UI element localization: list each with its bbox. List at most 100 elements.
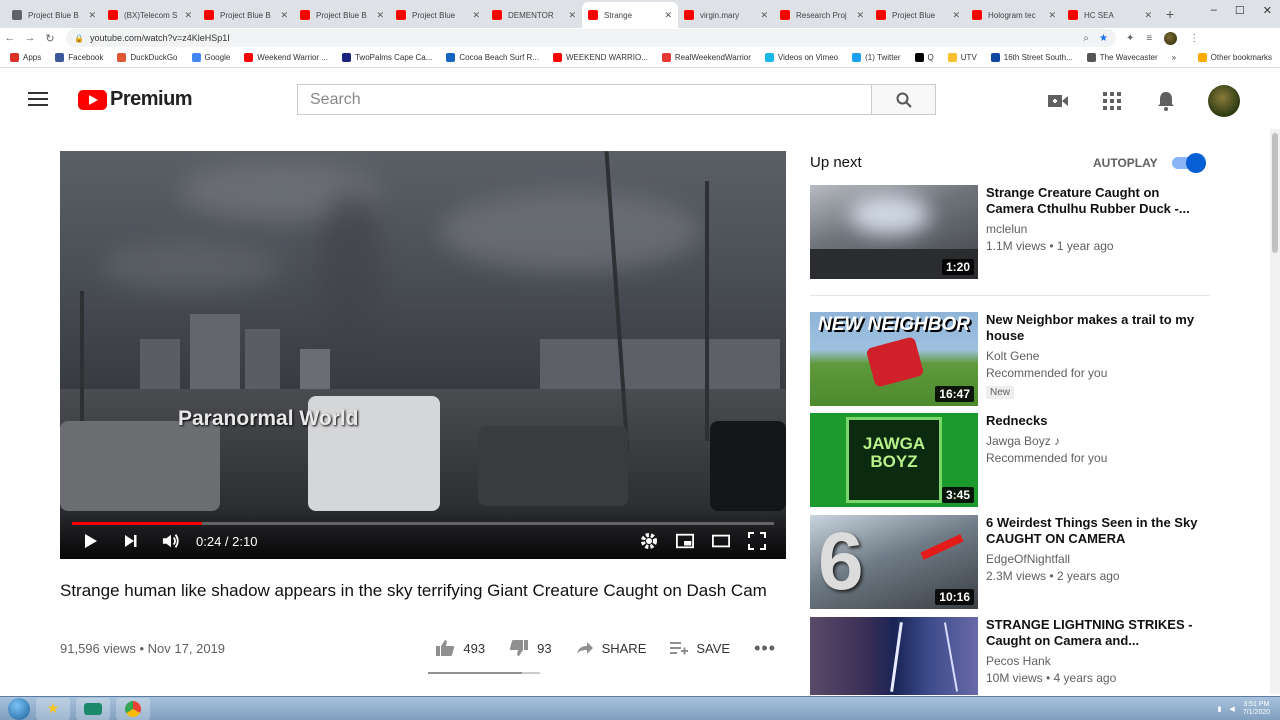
maximize-icon[interactable]: ☐ <box>1235 4 1245 17</box>
recommended-video[interactable]: 6 10:16 6 Weirdest Things Seen in the Sk… <box>810 515 1210 610</box>
bookmark-item[interactable]: Google <box>191 53 230 62</box>
taskbar-chrome-icon[interactable] <box>116 697 150 720</box>
taskbar-app-star-icon[interactable]: ★ <box>36 697 70 720</box>
search-button[interactable] <box>871 84 936 115</box>
browser-tab[interactable]: Project Blue B ✕ <box>294 2 390 28</box>
tab-close-icon[interactable]: ✕ <box>184 10 192 21</box>
network-icon[interactable]: ▮ <box>1218 705 1222 713</box>
new-tab-icon[interactable]: + <box>1166 6 1174 22</box>
bookmark-item[interactable]: (1) Twitter <box>852 53 901 62</box>
browser-tab[interactable]: Hologram tec ✕ <box>966 2 1062 28</box>
rec-title[interactable]: 6 Weirdest Things Seen in the Sky CAUGHT… <box>986 515 1206 547</box>
bookmark-item[interactable]: WEEKEND WARRIO... <box>552 53 648 62</box>
bookmark-item[interactable]: Q <box>914 53 934 62</box>
recommended-video[interactable]: NEW NEIGHBOR 16:47 New Neighbor makes a … <box>810 312 1210 407</box>
share-button[interactable]: SHARE <box>576 641 646 656</box>
video-thumbnail[interactable]: 1:20 <box>810 185 978 279</box>
bookmark-item[interactable]: Cocoa Beach Surf R... <box>446 53 539 62</box>
tab-close-icon[interactable]: ✕ <box>1048 10 1056 21</box>
browser-tab[interactable]: HC SEA ✕ <box>1062 2 1158 28</box>
tab-close-icon[interactable]: ✕ <box>472 10 480 21</box>
menu-icon[interactable]: ⋮ <box>1189 33 1199 44</box>
dislike-button[interactable]: 93 <box>509 639 552 657</box>
youtube-logo[interactable]: Premium <box>78 88 193 111</box>
back-icon[interactable]: ← <box>0 32 20 44</box>
like-button[interactable]: 493 <box>435 639 485 657</box>
recommended-video[interactable]: STRANGE LIGHTNING STRIKES - Caught on Ca… <box>810 617 1210 695</box>
bookmark-item[interactable]: TwoPalms Cape Ca... <box>341 53 432 62</box>
tab-close-icon[interactable]: ✕ <box>1144 10 1152 21</box>
bookmarks-overflow-chevron-icon[interactable]: » <box>1172 53 1176 62</box>
rec-channel[interactable]: Jawga Boyz ♪ <box>986 433 1206 449</box>
scrollbar-thumb[interactable] <box>1272 133 1278 253</box>
recommended-video[interactable]: 1:20 Strange Creature Caught on Camera C… <box>810 185 1210 280</box>
tab-close-icon[interactable]: ✕ <box>952 10 960 21</box>
browser-tab[interactable]: Project Blue ✕ <box>870 2 966 28</box>
apps-grid-icon[interactable] <box>1100 89 1124 113</box>
recommended-video[interactable]: JAWGA BOYZ 3:45 Rednecks Jawga Boyz ♪ Re… <box>810 413 1210 508</box>
rec-title[interactable]: New Neighbor makes a trail to my house <box>986 312 1206 344</box>
minimize-icon[interactable]: – <box>1211 4 1217 17</box>
rec-channel[interactable]: mclelun <box>986 221 1206 237</box>
tab-close-icon[interactable]: ✕ <box>280 10 288 21</box>
hamburger-menu-icon[interactable] <box>28 92 48 106</box>
video-player[interactable]: Paranormal World 0:24 / 2:10 <box>60 151 786 559</box>
tab-close-icon[interactable]: ✕ <box>856 10 864 21</box>
browser-tab[interactable]: Strange ✕ <box>582 2 678 28</box>
tab-close-icon[interactable]: ✕ <box>88 10 96 21</box>
fullscreen-icon[interactable] <box>748 532 766 550</box>
bookmark-item[interactable]: RealWeekendWarrior <box>661 53 751 62</box>
create-video-icon[interactable] <box>1046 89 1070 113</box>
close-window-icon[interactable]: ✕ <box>1263 4 1272 17</box>
more-actions-button[interactable]: ••• <box>754 638 776 659</box>
volume-icon[interactable] <box>162 532 180 550</box>
rec-title[interactable]: STRANGE LIGHTNING STRIKES - Caught on Ca… <box>986 617 1206 649</box>
browser-tab[interactable]: Project Blue B ✕ <box>6 2 102 28</box>
play-icon[interactable] <box>82 532 100 550</box>
browser-tab[interactable]: Project Blue ✕ <box>390 2 486 28</box>
other-bookmarks-folder[interactable]: Other bookmarks <box>1197 53 1280 62</box>
rec-channel[interactable]: Kolt Gene <box>986 348 1206 364</box>
account-avatar[interactable] <box>1208 85 1240 117</box>
zoom-icon[interactable]: ⌕ <box>1083 33 1089 44</box>
volume-tray-icon[interactable]: ◀ <box>1229 705 1234 713</box>
bookmark-item[interactable]: Apps <box>10 53 41 62</box>
miniplayer-icon[interactable] <box>676 532 694 550</box>
bookmark-item[interactable]: 16th Street South... <box>990 53 1073 62</box>
settings-gear-icon[interactable] <box>640 532 658 550</box>
profile-avatar[interactable] <box>1164 31 1178 45</box>
save-button[interactable]: SAVE <box>670 641 730 656</box>
bookmark-star-icon[interactable]: ★ <box>1099 33 1108 44</box>
bookmark-item[interactable]: UTV <box>947 53 977 62</box>
video-thumbnail[interactable]: 6 10:16 <box>810 515 978 609</box>
bookmark-item[interactable]: Weekend Warrior ... <box>244 53 328 62</box>
reload-icon[interactable]: ↻ <box>40 32 60 45</box>
tab-close-icon[interactable]: ✕ <box>760 10 768 21</box>
windows-start-icon[interactable] <box>8 697 30 720</box>
bookmark-item[interactable]: DuckDuckGo <box>117 53 178 62</box>
tab-close-icon[interactable]: ✕ <box>376 10 384 21</box>
forward-icon[interactable]: → <box>20 32 40 44</box>
autoplay-toggle[interactable] <box>1172 153 1206 173</box>
system-clock[interactable]: 3:51 PM 7/1/2020 <box>1243 701 1270 717</box>
browser-tab[interactable]: virgin.mary ✕ <box>678 2 774 28</box>
progress-bar[interactable] <box>72 522 774 525</box>
rec-title[interactable]: Rednecks <box>986 413 1206 429</box>
video-thumbnail[interactable] <box>810 617 978 695</box>
next-video-icon[interactable] <box>122 532 140 550</box>
search-input[interactable]: Search <box>297 84 871 115</box>
notifications-bell-icon[interactable] <box>1154 89 1178 113</box>
bookmark-item[interactable]: Facebook <box>55 53 103 62</box>
bookmark-item[interactable]: The Wavecaster <box>1086 53 1158 62</box>
browser-tab[interactable]: DEMENTOR ✕ <box>486 2 582 28</box>
browser-tab[interactable]: Research Proj ✕ <box>774 2 870 28</box>
video-thumbnail[interactable]: NEW NEIGHBOR 16:47 <box>810 312 978 406</box>
tab-close-icon[interactable]: ✕ <box>664 10 672 21</box>
page-scrollbar[interactable] <box>1270 129 1280 694</box>
taskbar-app-game-icon[interactable] <box>76 697 110 720</box>
rec-title[interactable]: Strange Creature Caught on Camera Cthulh… <box>986 185 1206 217</box>
rec-channel[interactable]: Pecos Hank <box>986 653 1206 669</box>
bookmark-item[interactable]: Videos on Vimeo <box>764 53 838 62</box>
theater-mode-icon[interactable] <box>712 532 730 550</box>
browser-tab[interactable]: (BX)Telecom S ✕ <box>102 2 198 28</box>
